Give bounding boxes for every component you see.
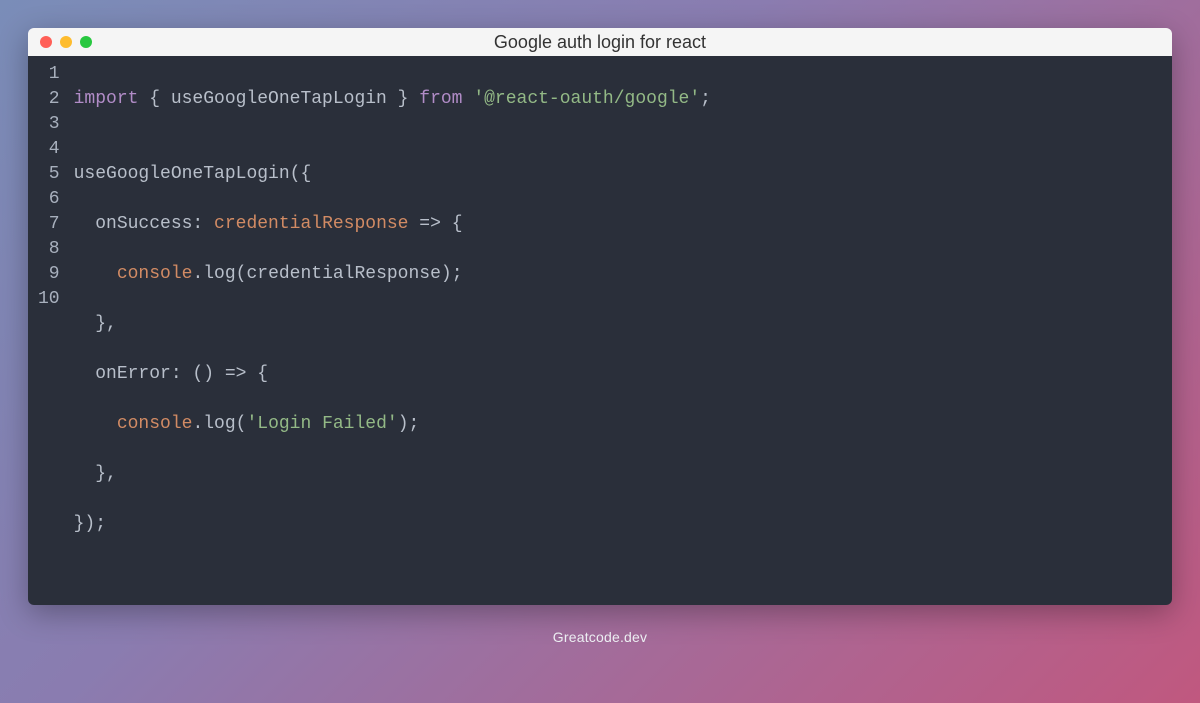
line-number: 8 bbox=[38, 237, 60, 262]
code-line: console.log('Login Failed'); bbox=[74, 412, 711, 437]
maximize-icon[interactable] bbox=[80, 36, 92, 48]
code-line: }); bbox=[74, 512, 711, 537]
line-number: 5 bbox=[38, 162, 60, 187]
code-line: onSuccess: credentialResponse => { bbox=[74, 212, 711, 237]
window-title: Google auth login for react bbox=[28, 32, 1172, 53]
punct: }); bbox=[74, 514, 106, 534]
identifier: .log( bbox=[192, 414, 246, 434]
code-line: useGoogleOneTapLogin({ bbox=[74, 162, 711, 187]
line-number: 1 bbox=[38, 62, 60, 87]
string: '@react-oauth/google' bbox=[473, 89, 700, 109]
code-line: onError: () => { bbox=[74, 362, 711, 387]
traffic-lights bbox=[28, 36, 92, 48]
line-number: 6 bbox=[38, 187, 60, 212]
line-number: 3 bbox=[38, 112, 60, 137]
line-number: 10 bbox=[38, 287, 60, 312]
close-icon[interactable] bbox=[40, 36, 52, 48]
punct: }, bbox=[74, 464, 117, 484]
code-area: 1 2 3 4 5 6 7 8 9 10 import { useGoogleO… bbox=[28, 56, 1172, 605]
punct bbox=[463, 89, 474, 109]
attribution-text: Greatcode.dev bbox=[0, 629, 1200, 645]
punct: ); bbox=[398, 414, 420, 434]
minimize-icon[interactable] bbox=[60, 36, 72, 48]
indent bbox=[74, 414, 117, 434]
punct: ; bbox=[700, 89, 711, 109]
code-content[interactable]: import { useGoogleOneTapLogin } from '@r… bbox=[68, 62, 727, 587]
identifier: .log(credentialResponse); bbox=[192, 264, 462, 284]
identifier: console bbox=[117, 414, 193, 434]
parameter: credentialResponse bbox=[214, 214, 408, 234]
code-line: console.log(credentialResponse); bbox=[74, 262, 711, 287]
line-number: 9 bbox=[38, 262, 60, 287]
line-number: 7 bbox=[38, 212, 60, 237]
line-number: 4 bbox=[38, 137, 60, 162]
string: 'Login Failed' bbox=[246, 414, 397, 434]
identifier: onError: () => { bbox=[74, 364, 268, 384]
line-gutter: 1 2 3 4 5 6 7 8 9 10 bbox=[28, 62, 68, 587]
titlebar: Google auth login for react bbox=[28, 28, 1172, 56]
identifier: { useGoogleOneTapLogin } bbox=[138, 89, 419, 109]
keyword: from bbox=[419, 89, 462, 109]
code-line: }, bbox=[74, 462, 711, 487]
code-line: }, bbox=[74, 312, 711, 337]
code-window: Google auth login for react 1 2 3 4 5 6 … bbox=[28, 28, 1172, 605]
identifier: onSuccess: bbox=[74, 214, 214, 234]
keyword: import bbox=[74, 89, 139, 109]
line-number: 2 bbox=[38, 87, 60, 112]
indent bbox=[74, 264, 117, 284]
punct: => { bbox=[408, 214, 462, 234]
identifier: console bbox=[117, 264, 193, 284]
code-line: import { useGoogleOneTapLogin } from '@r… bbox=[74, 87, 711, 112]
identifier: useGoogleOneTapLogin({ bbox=[74, 164, 312, 184]
punct: }, bbox=[74, 314, 117, 334]
